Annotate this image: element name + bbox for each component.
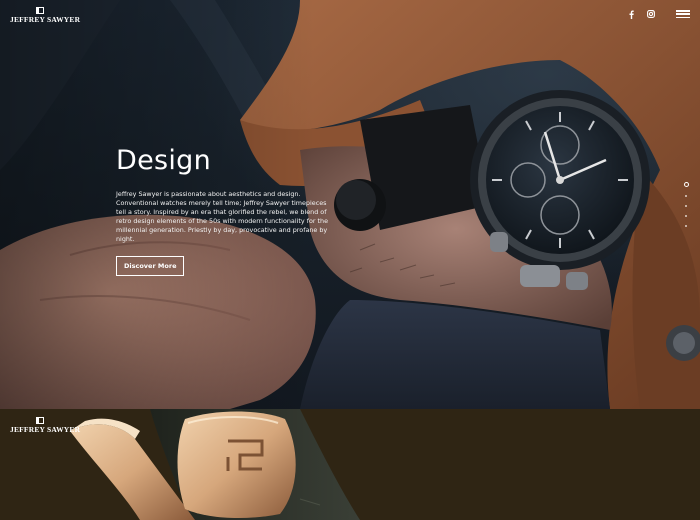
hero-background-photo xyxy=(0,0,700,409)
hero-content: Design Jeffrey Sawyer is passionate abou… xyxy=(116,145,329,277)
logo-mark-icon xyxy=(36,417,44,424)
slide-dot-2[interactable] xyxy=(685,195,687,197)
menu-line xyxy=(676,13,690,15)
menu-line xyxy=(676,16,690,18)
menu-line xyxy=(676,10,690,12)
brand-name: JEFFREY SAWYER xyxy=(10,15,81,24)
slide-dot-3[interactable] xyxy=(685,205,687,207)
hero-description: Jeffrey Sawyer is passionate about aesth… xyxy=(116,189,329,244)
discover-more-button[interactable]: Discover More xyxy=(116,256,185,277)
facebook-icon[interactable] xyxy=(626,8,636,20)
section-brand-name: JEFFREY SAWYER xyxy=(10,425,81,434)
slide-dot-4[interactable] xyxy=(685,215,687,217)
section-brand-logo[interactable]: JEFFREY SAWYER xyxy=(10,417,81,434)
logo-mark-icon xyxy=(36,7,44,14)
product-section: JEFFREY SAWYER xyxy=(0,409,700,520)
page: JEFFREY SAWYER Design Jeffrey Sawyer is … xyxy=(0,0,700,520)
watch-clasp-photo xyxy=(70,409,360,520)
hero-section: JEFFREY SAWYER Design Jeffrey Sawyer is … xyxy=(0,0,700,409)
slide-dot-5[interactable] xyxy=(685,225,687,227)
brand-logo[interactable]: JEFFREY SAWYER xyxy=(10,7,81,24)
instagram-icon[interactable] xyxy=(646,8,656,20)
slide-dot-1[interactable] xyxy=(683,182,689,187)
header-icons xyxy=(626,8,690,20)
slide-pagination xyxy=(683,182,689,227)
hero-title: Design xyxy=(116,145,212,176)
hamburger-menu-icon[interactable] xyxy=(676,8,690,20)
